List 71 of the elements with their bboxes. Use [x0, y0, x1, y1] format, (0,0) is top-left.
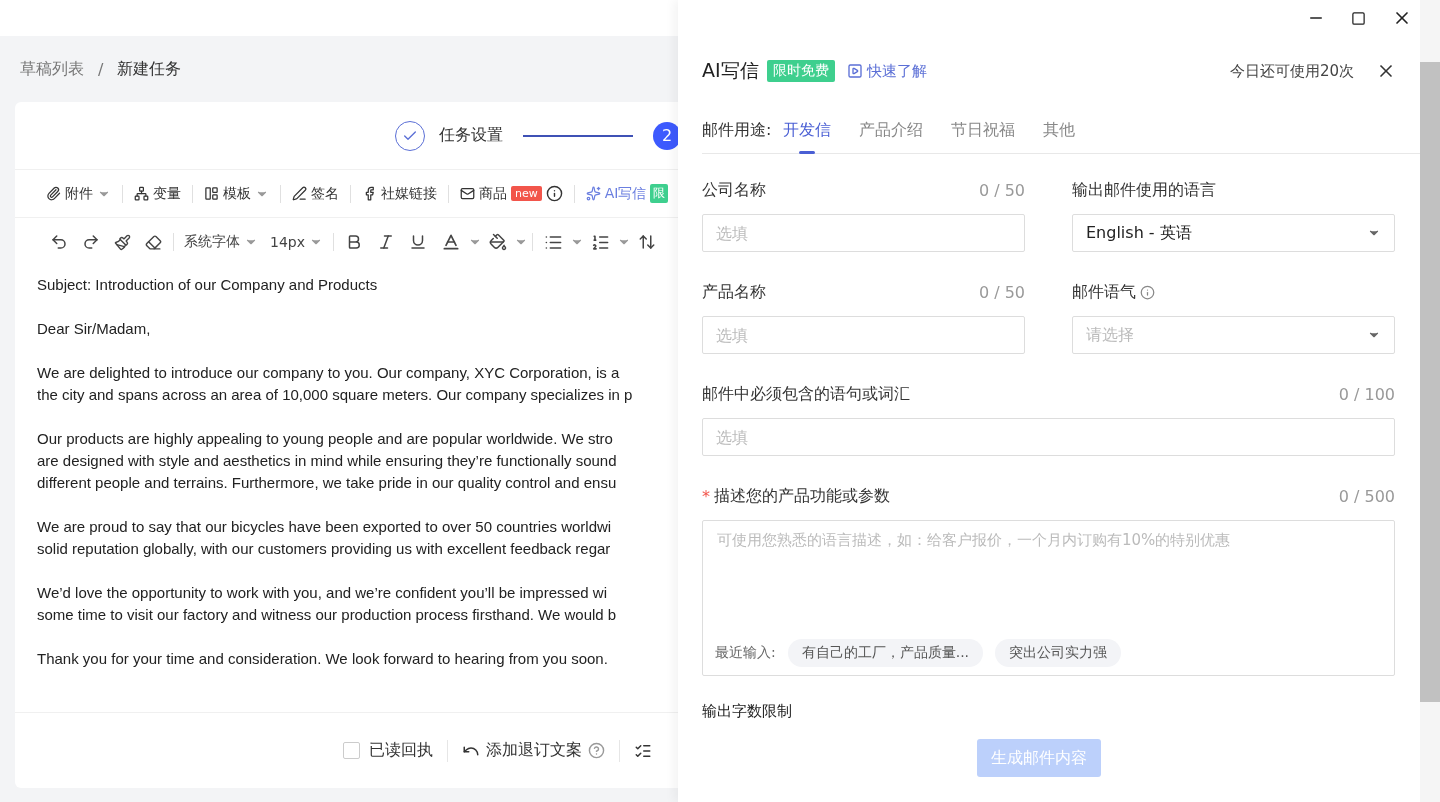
field-label: 产品名称: [702, 281, 766, 303]
language-select[interactable]: English - 英语: [1072, 214, 1395, 252]
character-count: 0 / 50: [978, 282, 1025, 302]
purpose-tab[interactable]: 开发信: [783, 107, 832, 154]
email-text-line: Subject: Introduction of our Company and Products: [37, 275, 379, 295]
email-text-line: some time to visit our factory and witness our production process firsthand. We would b: [37, 605, 618, 625]
breadcrumb-link[interactable]: 草稿列表: [20, 58, 84, 80]
free-tag: 限: [650, 184, 669, 203]
toolbar-button[interactable]: AI写信 限: [578, 184, 676, 203]
toolbar-button[interactable]: 社媒链接: [355, 184, 444, 203]
checkbox[interactable]: [343, 742, 360, 759]
email-text-line: solid reputation globally, with our customers providing us with excellent feedback regar: [37, 539, 612, 559]
field-label: 输出邮件使用的语言: [1072, 179, 1216, 201]
toolbar-button[interactable]: 商品 new: [453, 184, 570, 203]
email-text-line: Thank you for your time and consideration. We look forward to hearing from you soon.: [37, 649, 609, 669]
usage-count: 今日还可使用20次: [1229, 61, 1354, 81]
play-icon: [846, 63, 863, 79]
field-label: 描述您的产品功能或参数: [714, 485, 890, 507]
scrollbar[interactable]: [1420, 0, 1440, 802]
paperclip-icon: [46, 186, 61, 201]
maximize-icon[interactable]: [1351, 10, 1366, 26]
field-label: 邮件语气: [1072, 281, 1136, 303]
breadcrumb-current: 新建任务: [117, 58, 182, 80]
email-text-line: Our products are highly appealing to young people and are popular worldwide. We stro: [37, 429, 614, 449]
text-field[interactable]: 选填: [702, 316, 1025, 354]
toolbar-button[interactable]: 附件: [39, 184, 118, 203]
toolbar-button[interactable]: 变量: [127, 184, 188, 203]
character-count: 0 / 50: [978, 180, 1025, 200]
email-text-line: We are delighted to introduce our company to you. Our company, XYC Corporation, is a: [37, 363, 621, 383]
email-text-line: different people and terrains. Furthermore, we take pride in our quality control and ensu: [37, 473, 618, 493]
toolbar-button[interactable]: 模板: [197, 184, 276, 203]
field-label: 输出字数限制: [702, 702, 793, 721]
info-icon: [1140, 284, 1155, 300]
size-select[interactable]: 14px: [264, 234, 329, 250]
nodes-icon: [134, 186, 149, 201]
purpose-tab[interactable]: 其他: [1043, 107, 1076, 154]
field-label: 邮件中必须包含的语句或词汇: [702, 383, 910, 405]
recent-chip[interactable]: 突出公司实力强: [995, 639, 1122, 667]
breadcrumb-separator: /: [98, 59, 104, 79]
field-label: 公司名称: [702, 179, 766, 201]
email-text-line: the city and spans across an area of 10,000 square meters. Our company specializes in p: [37, 385, 634, 405]
scrollbar-thumb[interactable]: [1420, 62, 1440, 702]
pen-icon: [292, 186, 307, 201]
character-count: 0 / 100: [1338, 384, 1395, 404]
step-label: 任务设置: [439, 125, 503, 146]
read-receipt-checkbox[interactable]: 已读回执: [343, 740, 433, 761]
recent-chip[interactable]: 有自己的工厂，产品质量...: [787, 639, 984, 667]
purpose-label: 邮件用途:: [702, 120, 772, 141]
purpose-tab[interactable]: 节日祝福: [951, 107, 1016, 154]
sparkles-icon: [585, 186, 601, 201]
drawer-title: AI写信: [702, 58, 759, 83]
text-field[interactable]: 选填: [702, 418, 1395, 456]
email-text-line: are designed with style and aesthetics in mind while ensuring they’re functionally sound: [37, 451, 618, 471]
font-select[interactable]: 系统字体: [178, 233, 264, 251]
quick-guide-link[interactable]: 快速了解: [846, 61, 927, 81]
purpose-tab[interactable]: 产品介绍: [859, 107, 924, 154]
email-text-line: Dear Sir/Madam,: [37, 319, 152, 339]
recent-label: 最近输入:: [715, 644, 776, 662]
email-text-line: We are proud to say that our bicycles have been exported to over 50 countries worldwi: [37, 517, 613, 537]
required-mark: *: [702, 486, 710, 506]
new-badge: new: [511, 186, 542, 201]
free-badge: 限时免费: [766, 60, 835, 82]
toolbar-button[interactable]: 签名: [285, 184, 346, 203]
help-icon: [588, 742, 605, 759]
email-text-line: We’d love the opportunity to work with you, and we’re confident you’ll be impressed wi: [37, 583, 608, 603]
layout-icon: [204, 186, 219, 201]
unsubscribe-button[interactable]: 添加退订文案: [462, 740, 605, 761]
character-count: 0 / 500: [1338, 486, 1395, 506]
text-field[interactable]: 选填: [702, 214, 1025, 252]
step-number: 2: [653, 121, 678, 150]
envelope-icon: [460, 186, 475, 201]
